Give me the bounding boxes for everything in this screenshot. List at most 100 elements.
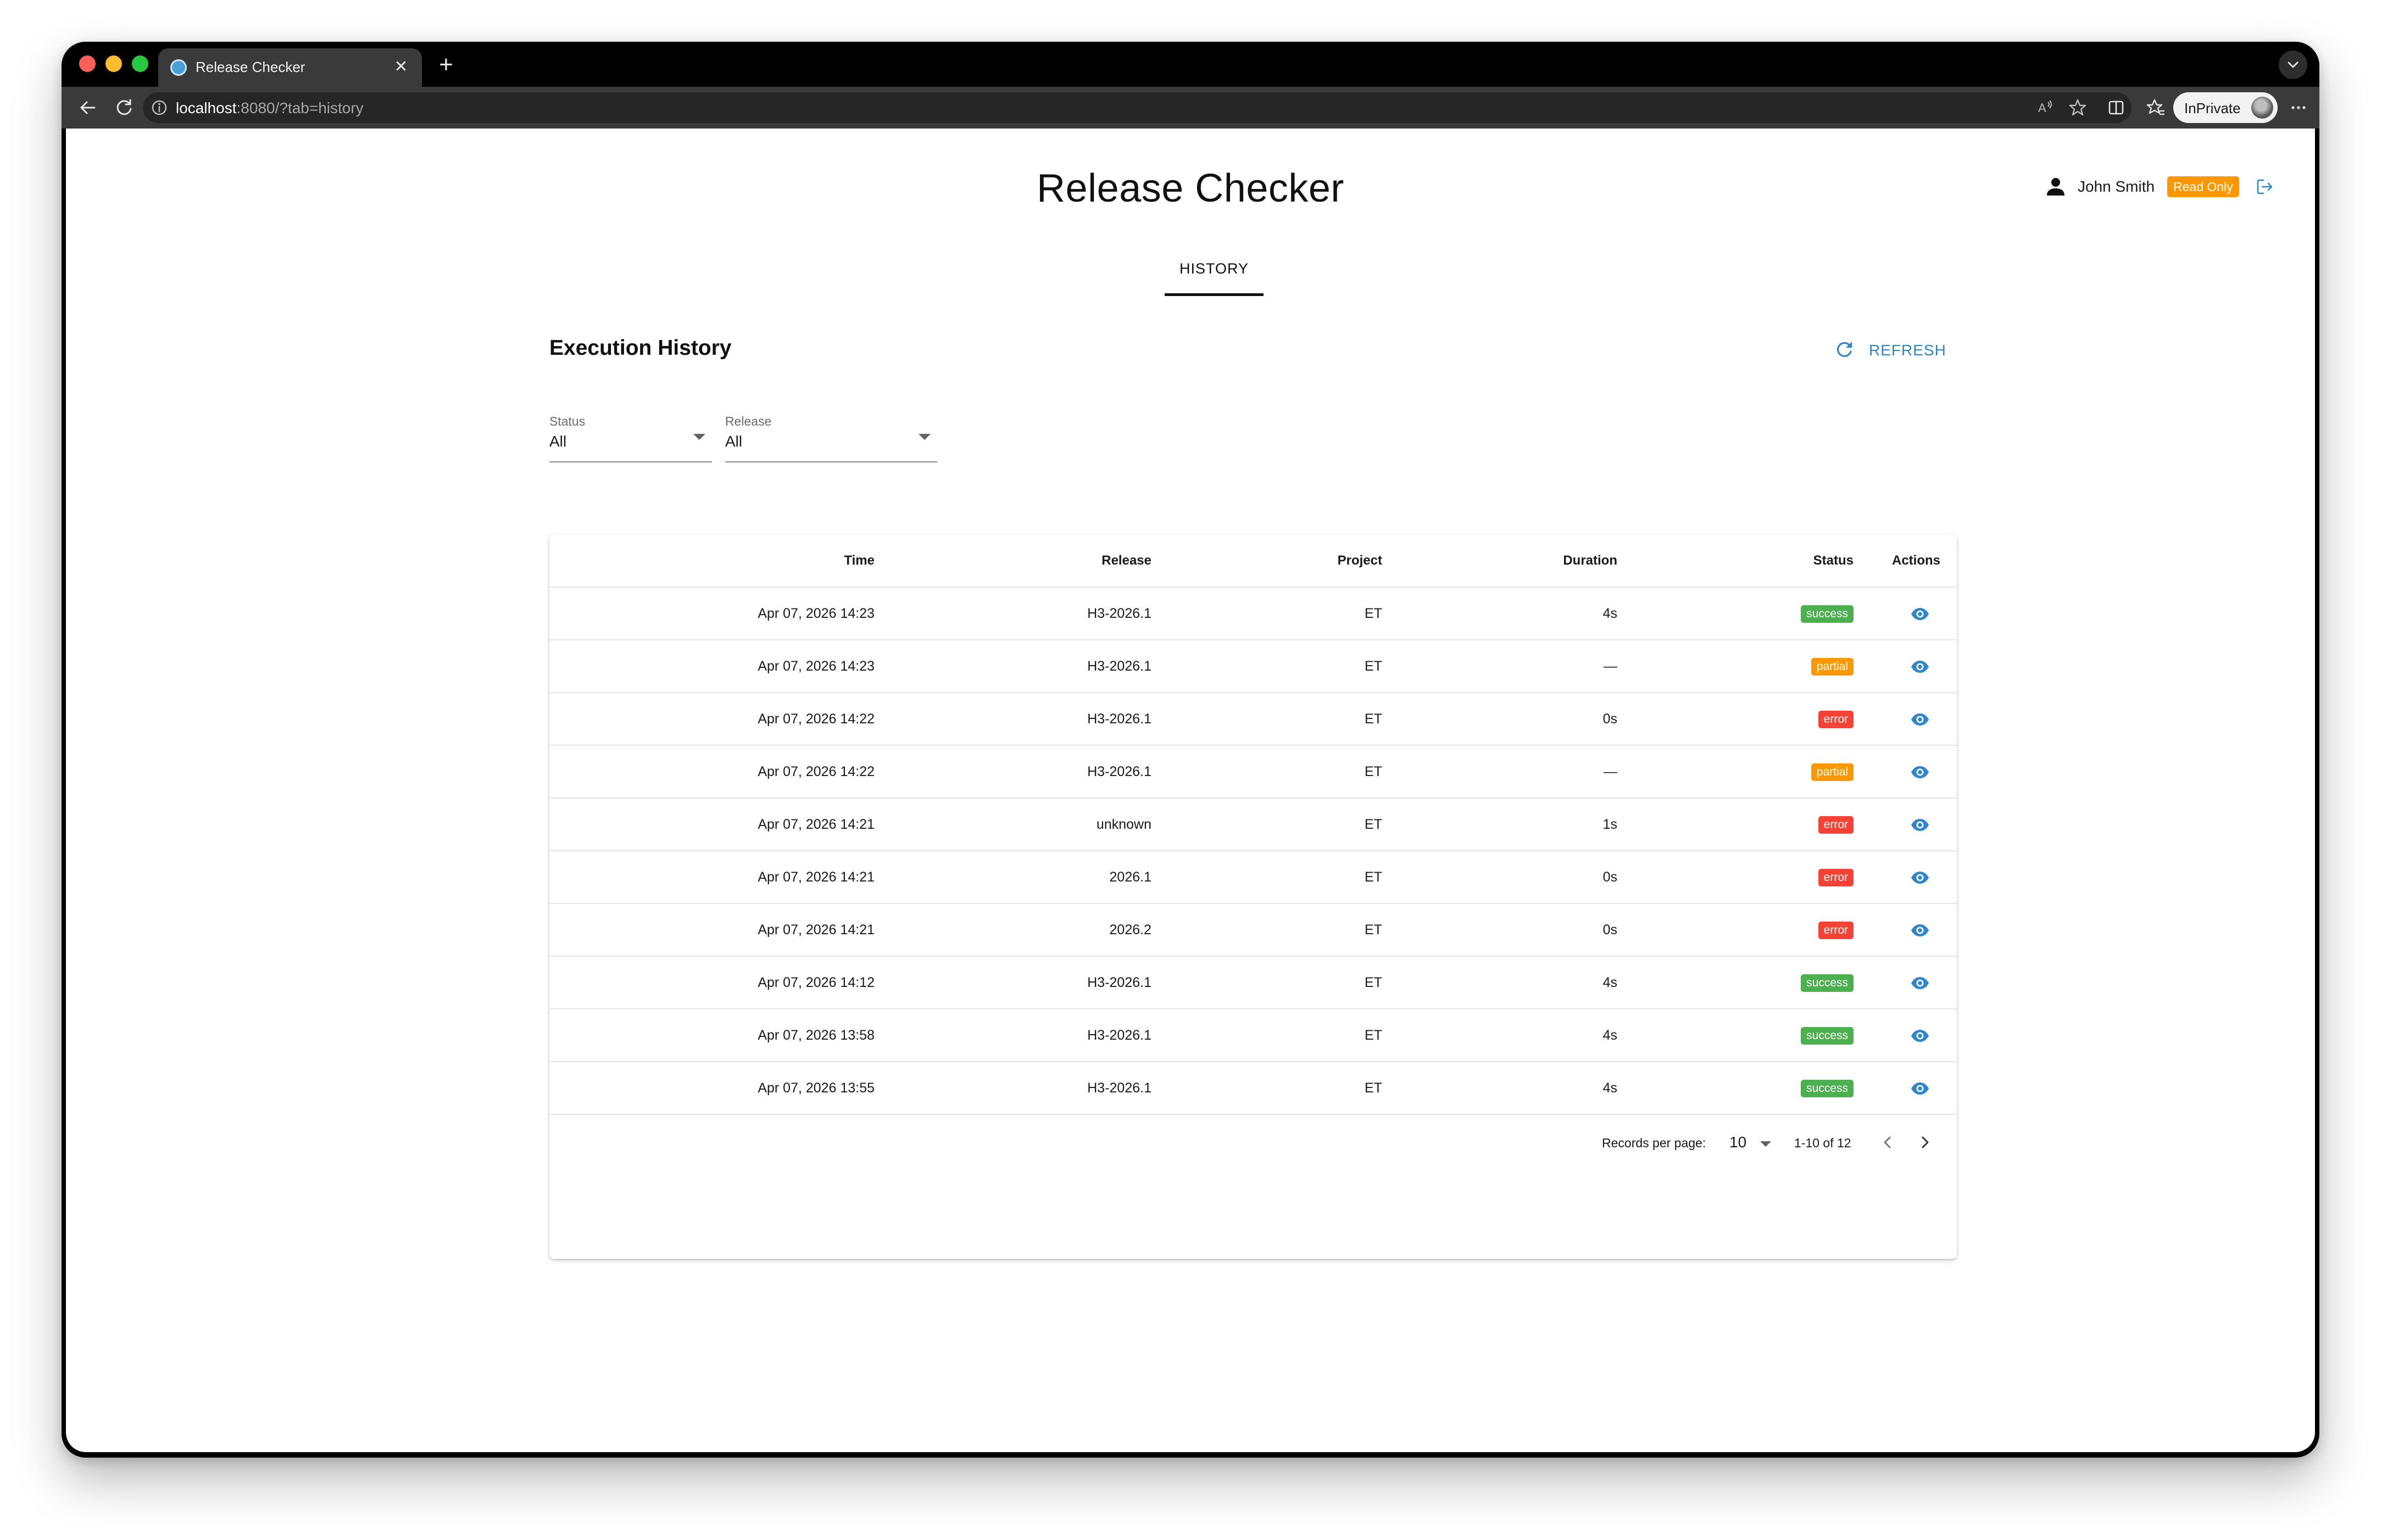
cell-status: error [1617, 693, 1854, 745]
cell-release: 2026.1 [1109, 869, 1151, 885]
table-row: Apr 07, 2026 14:21 2026.2 ET 0s error [549, 904, 1957, 957]
cell-duration: 4s [1602, 1080, 1617, 1096]
release-filter-value: All [725, 433, 743, 450]
refresh-button[interactable]: REFRESH [1833, 336, 1948, 364]
eye-icon[interactable] [1910, 1078, 1930, 1099]
status-badge: success [1801, 974, 1854, 992]
caret-down-icon [1760, 1141, 1771, 1147]
cell-release: H3-2026.1 [1087, 659, 1151, 674]
more-options-icon[interactable] [2285, 94, 2312, 121]
status-badge: error [1818, 711, 1854, 729]
eye-icon[interactable] [1910, 762, 1930, 783]
cell-time: Apr 07, 2026 13:55 [758, 1080, 875, 1096]
tab-actions-button[interactable] [2279, 51, 2307, 79]
records-per-page-value: 10 [1729, 1134, 1747, 1151]
favorites-icon[interactable] [2142, 94, 2169, 121]
records-per-page-label: Records per page: [1602, 1136, 1706, 1150]
status-filter-label: Status [549, 414, 586, 428]
eye-icon[interactable] [1910, 656, 1930, 677]
reload-icon[interactable] [111, 94, 137, 121]
cell-time: Apr 07, 2026 14:23 [758, 659, 875, 674]
chevron-left-icon [1884, 1136, 1891, 1148]
back-arrow-icon[interactable] [75, 94, 101, 121]
cell-actions [1854, 957, 1940, 1008]
browser-tab-strip: Release Checker ✕ + [62, 42, 2319, 87]
browser-tab-active[interactable]: Release Checker ✕ [158, 48, 422, 87]
release-filter-select[interactable]: Release All [725, 414, 937, 462]
profile-avatar [2251, 97, 2273, 119]
release-filter-label: Release [725, 414, 772, 428]
eye-icon[interactable] [1910, 973, 1930, 994]
close-tab-icon[interactable]: ✕ [390, 56, 412, 78]
table-row: Apr 07, 2026 13:55 H3-2026.1 ET 4s success [549, 1062, 1957, 1115]
user-name: John Smith [2078, 178, 2155, 195]
eye-icon[interactable] [1910, 814, 1930, 835]
refresh-icon [1836, 342, 1852, 357]
cell-status: success [1617, 588, 1854, 639]
maximize-window-button[interactable] [132, 55, 148, 72]
records-per-page-select[interactable]: 10 [1724, 1130, 1777, 1156]
column-header-status[interactable]: Status [1617, 535, 1854, 587]
cell-status: error [1617, 799, 1854, 850]
eye-icon[interactable] [1910, 920, 1930, 941]
close-window-button[interactable] [79, 55, 96, 72]
cell-time: Apr 07, 2026 14:21 [758, 922, 875, 938]
new-tab-icon[interactable]: + [433, 53, 459, 79]
status-badge: error [1818, 869, 1854, 887]
column-header-time[interactable]: Time [549, 535, 875, 587]
cell-status: error [1617, 904, 1854, 956]
history-table: Time Release Project Duration Status Act… [549, 535, 1957, 1259]
section-title: Execution History [549, 336, 732, 360]
split-screen-icon[interactable] [2103, 94, 2129, 121]
eye-icon[interactable] [1910, 867, 1930, 888]
cell-time: Apr 07, 2026 14:21 [758, 869, 875, 885]
table-row: Apr 07, 2026 14:23 H3-2026.1 ET 4s success [549, 588, 1957, 640]
cell-actions [1854, 1062, 1940, 1114]
cell-duration: 4s [1602, 1028, 1617, 1043]
cell-project: ET [1365, 922, 1382, 938]
table-row: Apr 07, 2026 14:21 2026.1 ET 0s error [549, 851, 1957, 904]
next-page-button[interactable] [1913, 1130, 1937, 1154]
table-row: Apr 07, 2026 14:23 H3-2026.1 ET — partial [549, 640, 1957, 693]
table-pagination: Records per page: 10 1-10 of 12 [549, 1115, 1957, 1171]
eye-icon[interactable] [1910, 604, 1930, 624]
column-header-project[interactable]: Project [1151, 535, 1382, 587]
tab-history[interactable]: HISTORY [1165, 255, 1264, 299]
cell-duration: 0s [1602, 922, 1617, 938]
previous-page-button[interactable] [1875, 1130, 1900, 1154]
cell-project: ET [1365, 1080, 1382, 1096]
cell-release: unknown [1096, 817, 1151, 832]
cell-time: Apr 07, 2026 14:12 [758, 975, 875, 990]
column-header-actions: Actions [1891, 553, 1940, 568]
eye-icon[interactable] [1910, 709, 1930, 730]
cell-project: ET [1365, 1028, 1382, 1043]
favicon-icon [170, 59, 187, 76]
cell-actions [1854, 904, 1940, 956]
column-header-release[interactable]: Release [875, 535, 1151, 587]
tab-history-label: HISTORY [1179, 260, 1249, 277]
tab-active-indicator [1165, 293, 1264, 296]
favorite-star-icon[interactable] [2064, 94, 2091, 121]
column-header-duration[interactable]: Duration [1382, 535, 1617, 587]
cell-status: success [1617, 1062, 1854, 1114]
logout-icon[interactable] [2253, 176, 2275, 198]
cell-project: ET [1365, 659, 1382, 674]
cell-release: H3-2026.1 [1087, 764, 1151, 779]
refresh-label: REFRESH [1869, 342, 1946, 359]
cell-actions [1854, 851, 1940, 903]
address-bar[interactable]: localhost:8080/?tab=history [143, 92, 2131, 123]
site-info-icon[interactable] [151, 99, 168, 116]
person-icon [2047, 178, 2064, 196]
inprivate-profile-button[interactable]: InPrivate [2173, 92, 2278, 123]
cell-release: H3-2026.1 [1087, 1080, 1151, 1096]
status-badge: error [1818, 922, 1854, 940]
status-badge: error [1818, 816, 1854, 834]
status-filter-value: All [549, 433, 567, 450]
status-filter-select[interactable]: Status All [549, 414, 712, 462]
read-aloud-icon[interactable]: A [2033, 94, 2059, 121]
eye-icon[interactable] [1910, 1025, 1930, 1046]
cell-actions [1854, 588, 1940, 639]
minimize-window-button[interactable] [105, 55, 122, 72]
table-row: Apr 07, 2026 14:12 H3-2026.1 ET 4s success [549, 957, 1957, 1009]
cell-status: partial [1617, 640, 1854, 692]
